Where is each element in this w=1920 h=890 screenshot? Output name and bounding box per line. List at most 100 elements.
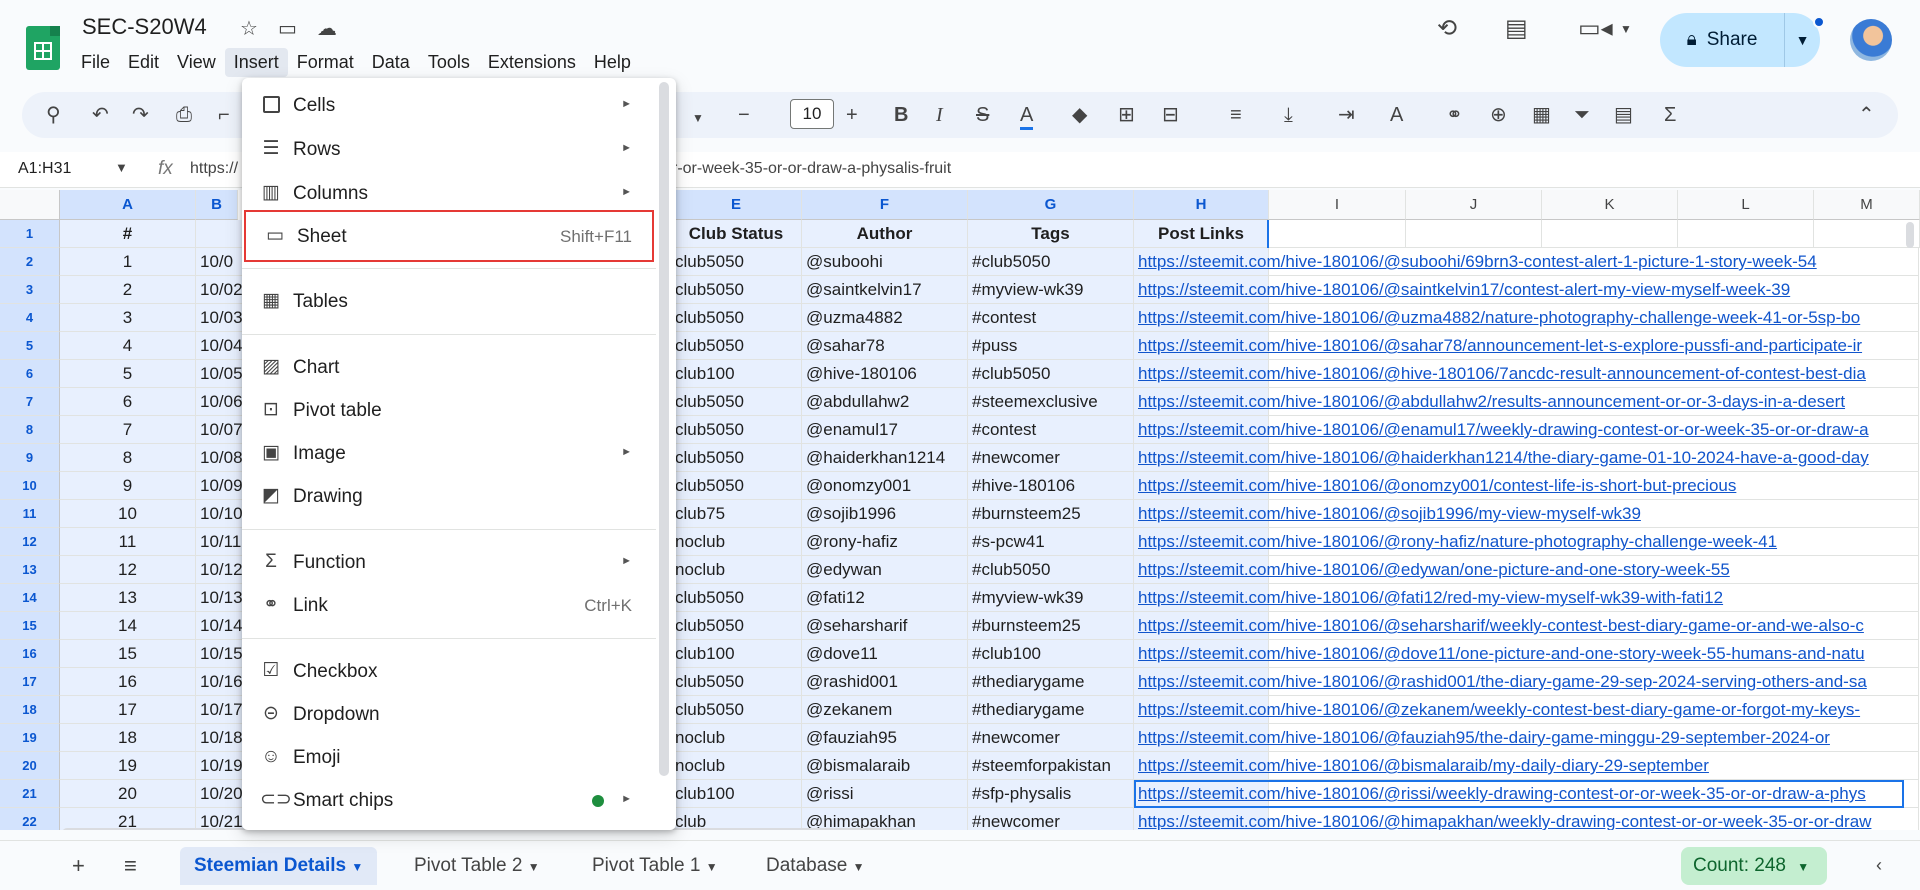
avatar[interactable] (1850, 19, 1892, 61)
add-sheet-icon[interactable]: + (72, 853, 85, 879)
menu-item-pivot-table[interactable]: ⊡ Pivot table (242, 391, 654, 431)
functions-icon[interactable]: Σ (1664, 103, 1676, 127)
collapse-toolbar-icon[interactable]: ⌃ (1858, 103, 1875, 127)
table-cell-number[interactable]: 4 (60, 332, 196, 360)
table-cell-post-link[interactable]: https://steemit.com/hive-180106/@seharsh… (1134, 612, 1904, 640)
header-cell-number[interactable]: # (60, 220, 196, 248)
row-header[interactable]: 13 (0, 556, 60, 584)
column-header-k[interactable]: K (1542, 190, 1678, 220)
row-header[interactable]: 15 (0, 612, 60, 640)
table-cell-author[interactable]: @fati12 (802, 584, 968, 612)
header-cell-tags[interactable]: Tags (968, 220, 1134, 248)
menu-insert[interactable]: Insert (224, 48, 288, 77)
table-cell-number[interactable]: 13 (60, 584, 196, 612)
table-cell-author[interactable]: @dove11 (802, 640, 968, 668)
filter-icon[interactable]: ⏷ (1574, 103, 1590, 127)
table-cell[interactable] (1814, 220, 1920, 248)
header-cell-post-links[interactable]: Post Links (1134, 220, 1269, 248)
text-color-icon[interactable]: A (1020, 103, 1034, 130)
text-wrapping-icon[interactable]: ⇥ (1338, 103, 1355, 127)
menu-item-cells[interactable]: Cells ► (242, 86, 654, 126)
increase-font-size-icon[interactable]: + (846, 103, 858, 127)
search-icon[interactable]: ⚲ (46, 103, 61, 127)
table-cell-post-link[interactable]: https://steemit.com/hive-180106/@rony-ha… (1134, 528, 1904, 556)
filter-views-icon[interactable]: ▤ (1614, 103, 1633, 127)
table-cell-number[interactable]: 2 (60, 276, 196, 304)
table-cell-author[interactable]: @himapakhan (802, 808, 968, 830)
table-cell-club-status[interactable]: club5050 (671, 472, 802, 500)
table-cell-author[interactable]: @rissi (802, 780, 968, 808)
redo-icon[interactable]: ↷ (132, 103, 149, 127)
table-cell[interactable] (1269, 220, 1406, 248)
menu-item-sheet[interactable]: ▭ Sheet Shift+F11 (244, 210, 654, 262)
table-cell-club-status[interactable]: club5050 (671, 304, 802, 332)
row-header[interactable]: 11 (0, 500, 60, 528)
table-cell[interactable] (1542, 220, 1678, 248)
table-cell-tag[interactable]: #thediarygame (968, 668, 1134, 696)
table-cell-club-status[interactable]: club (671, 808, 802, 830)
version-history-icon[interactable]: ⟲ (1437, 14, 1457, 43)
table-cell-tag[interactable]: #burnsteem25 (968, 500, 1134, 528)
column-header-f[interactable]: F (802, 190, 968, 220)
table-cell-post-link[interactable]: https://steemit.com/hive-180106/@suboohi… (1134, 248, 1904, 276)
row-header[interactable]: 12 (0, 528, 60, 556)
table-cell-number[interactable]: 14 (60, 612, 196, 640)
table-cell-author[interactable]: @uzma4882 (802, 304, 968, 332)
table-cell-number[interactable]: 1 (60, 248, 196, 276)
row-header[interactable]: 1 (0, 220, 60, 248)
table-cell-post-link[interactable]: https://steemit.com/hive-180106/@onomzy0… (1134, 472, 1904, 500)
menu-edit[interactable]: Edit (119, 48, 168, 77)
menu-item-checkbox[interactable]: ☑ Checkbox (242, 652, 654, 692)
table-cell-post-link[interactable]: https://steemit.com/hive-180106/@dove11/… (1134, 640, 1904, 668)
all-sheets-icon[interactable]: ≡ (124, 853, 137, 879)
column-header-a[interactable]: A (60, 190, 196, 220)
menu-item-image[interactable]: ▣ Image ► (242, 434, 654, 474)
row-header[interactable]: 16 (0, 640, 60, 668)
share-button[interactable]: 🔒︎ Share ▼ (1660, 13, 1820, 67)
table-cell-author[interactable]: @haiderkhan1214 (802, 444, 968, 472)
table-cell-tag[interactable]: #hive-180106 (968, 472, 1134, 500)
table-cell-tag[interactable]: #myview-wk39 (968, 276, 1134, 304)
fill-color-icon[interactable]: ◆ (1072, 103, 1087, 127)
row-header[interactable]: 6 (0, 360, 60, 388)
chevron-down-icon[interactable]: ▼ (1620, 22, 1632, 36)
strikethrough-icon[interactable]: S (976, 103, 989, 127)
table-cell-club-status[interactable]: club5050 (671, 276, 802, 304)
table-cell-number[interactable]: 18 (60, 724, 196, 752)
table-cell-author[interactable]: @zekanem (802, 696, 968, 724)
star-icon[interactable]: ☆ (240, 16, 258, 41)
sheets-logo-icon[interactable] (26, 26, 60, 70)
table-cell-author[interactable]: @bismalaraib (802, 752, 968, 780)
row-header[interactable]: 19 (0, 724, 60, 752)
table-cell-club-status[interactable]: club100 (671, 780, 802, 808)
table-cell-club-status[interactable]: club5050 (671, 332, 802, 360)
table-cell-number[interactable]: 8 (60, 444, 196, 472)
row-header[interactable]: 18 (0, 696, 60, 724)
tab-pivot-table-2[interactable]: Pivot Table 2 ▼ (400, 847, 554, 885)
table-cell-tag[interactable]: #myview-wk39 (968, 584, 1134, 612)
table-cell-author[interactable]: @enamul17 (802, 416, 968, 444)
table-cell-club-status[interactable]: club5050 (671, 612, 802, 640)
column-header-b[interactable]: B (196, 190, 238, 220)
table-cell-post-link[interactable]: https://steemit.com/hive-180106/@abdulla… (1134, 388, 1904, 416)
row-header[interactable]: 20 (0, 752, 60, 780)
table-cell-author[interactable]: @seharsharif (802, 612, 968, 640)
document-title[interactable]: SEC-S20W4 (82, 14, 207, 40)
table-cell-club-status[interactable]: club75 (671, 500, 802, 528)
table-cell-number[interactable]: 17 (60, 696, 196, 724)
table-cell-club-status[interactable]: club5050 (671, 388, 802, 416)
menu-tools[interactable]: Tools (419, 48, 479, 77)
table-cell-number[interactable]: 19 (60, 752, 196, 780)
table-cell-author[interactable]: @suboohi (802, 248, 968, 276)
font-chevron-down-icon[interactable]: ▼ (692, 106, 704, 130)
column-header-i[interactable]: I (1269, 190, 1406, 220)
menu-item-smart-chips[interactable]: ⊂⊃ Smart chips ► (242, 781, 654, 821)
table-cell-tag[interactable]: #club5050 (968, 248, 1134, 276)
column-header-g[interactable]: G (968, 190, 1134, 220)
comments-icon[interactable]: ▤ (1505, 14, 1528, 43)
table-cell-club-status[interactable]: club5050 (671, 248, 802, 276)
table-cell-tag[interactable]: #sfp-physalis (968, 780, 1134, 808)
undo-icon[interactable]: ↶ (92, 103, 109, 127)
table-cell-post-link[interactable]: https://steemit.com/hive-180106/@saintke… (1134, 276, 1904, 304)
table-cell-tag[interactable]: #newcomer (968, 444, 1134, 472)
